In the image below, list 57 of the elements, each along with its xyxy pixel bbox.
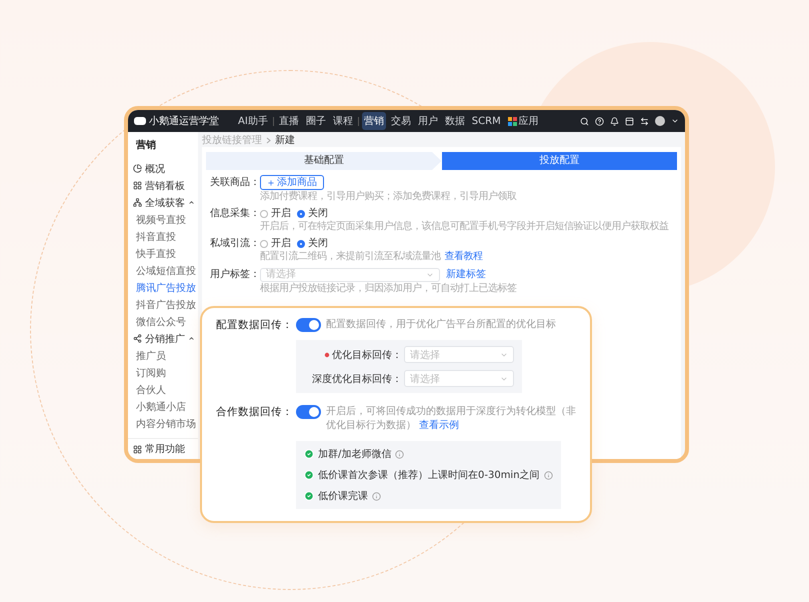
link[interactable]: 查看教程	[444, 251, 482, 263]
breadcrumb-item: 新建	[275, 134, 295, 147]
sidebar-item[interactable]: 视频号直投	[136, 211, 186, 228]
field-label: 深度优化目标回传：	[312, 372, 402, 386]
description-text: 配置数据回传，用于优化广告平台所配置的优化目标	[326, 318, 556, 332]
check-label: 低价课完课	[318, 490, 368, 503]
field-label: 信息采集：	[209, 208, 260, 220]
sidebar-item[interactable]: 合伙人	[136, 381, 166, 398]
sidebar-item[interactable]: 抖音直投	[136, 228, 176, 245]
description-text: 开启后，可将回传成功的数据用于深度行为转化模型（非优化目标行为数据） 查看示例	[326, 405, 576, 433]
sidebar-footer[interactable]: 常用功能	[133, 442, 185, 456]
hint-text: 开启后，可在特定页面采集用户信息，该信息可配置手机号字段并开启短信验证以便用户获取权益	[260, 221, 668, 233]
sidebar-item[interactable]: 小鹅通小店	[136, 398, 186, 415]
nav-tab[interactable]: 营销	[362, 112, 386, 130]
sidebar-item[interactable]: 全域获客	[133, 194, 195, 211]
sidebar-item[interactable]: 推广员	[136, 347, 166, 364]
field-label: 合作数据回传：	[216, 405, 292, 419]
nav-tab[interactable]: 交易	[388, 112, 413, 130]
nav-tab[interactable]: 数据	[442, 112, 467, 130]
nav-tab[interactable]: AI助手	[236, 112, 270, 130]
link[interactable]: 查看示例	[419, 420, 460, 431]
sidebar-item[interactable]: 腾讯广告投放	[136, 279, 196, 296]
radio-option[interactable]: 关闭	[297, 208, 328, 220]
sidebar-item[interactable]: 概况	[133, 160, 165, 177]
hint-text: 配置引流二维码，来提前引流至私域流量池	[260, 251, 440, 263]
sidebar-item[interactable]: 微信公众号	[136, 313, 186, 330]
radio-option[interactable]: 开启	[260, 208, 291, 220]
sidebar-item[interactable]: 内容分销市场	[136, 415, 196, 432]
check-label: 加群/加老师微信	[318, 448, 392, 461]
step-tab[interactable]: 投放配置	[442, 152, 677, 170]
nav-tab[interactable]: 圈子	[304, 112, 328, 130]
radio-option[interactable]: 关闭	[297, 238, 328, 250]
add-product-button[interactable]: 添加商品	[260, 175, 324, 190]
sidebar-item[interactable]: 订阅购	[136, 364, 166, 381]
nav-tab[interactable]: 直播	[276, 112, 301, 130]
field-label: 优化目标回传：	[332, 348, 402, 362]
nav-tab[interactable]: 课程	[330, 112, 355, 130]
sidebar-title: 营销	[135, 138, 157, 153]
nav-tab[interactable]: 应用	[506, 112, 541, 130]
link[interactable]: 新建标签	[446, 269, 486, 281]
check-label: 低价课首次参课（推荐）上课时间在0-30min之间	[318, 468, 540, 482]
hint-text: 添加付费课程，引导用户购买；添加免费课程，引导用户领取	[260, 191, 516, 203]
brand-name: 小鹅通运营学堂	[149, 114, 219, 128]
sidebar-item[interactable]: 抖音广告投放	[136, 296, 196, 313]
sidebar-item[interactable]: 公域短信直投	[136, 262, 196, 279]
radio-option[interactable]: 开启	[260, 238, 291, 250]
step-tab[interactable]: 基础配置	[206, 152, 442, 170]
field-label: 配置数据回传：	[216, 318, 292, 332]
field-label: 用户标签：	[209, 269, 260, 281]
hint-text: 根据用户投放链接记录，归因添加用户，可自动打上已选标签	[260, 283, 516, 295]
field-label: 私域引流：	[209, 238, 260, 250]
nav-tab[interactable]: SCRM	[470, 114, 503, 128]
sidebar-item[interactable]: 分销推广	[133, 330, 195, 347]
nav-tab[interactable]: 用户	[416, 112, 440, 130]
field-label: 关联商品：	[209, 176, 260, 188]
sidebar-item[interactable]: 营销看板	[133, 177, 185, 194]
sidebar-item[interactable]: 快手直投	[136, 245, 176, 262]
